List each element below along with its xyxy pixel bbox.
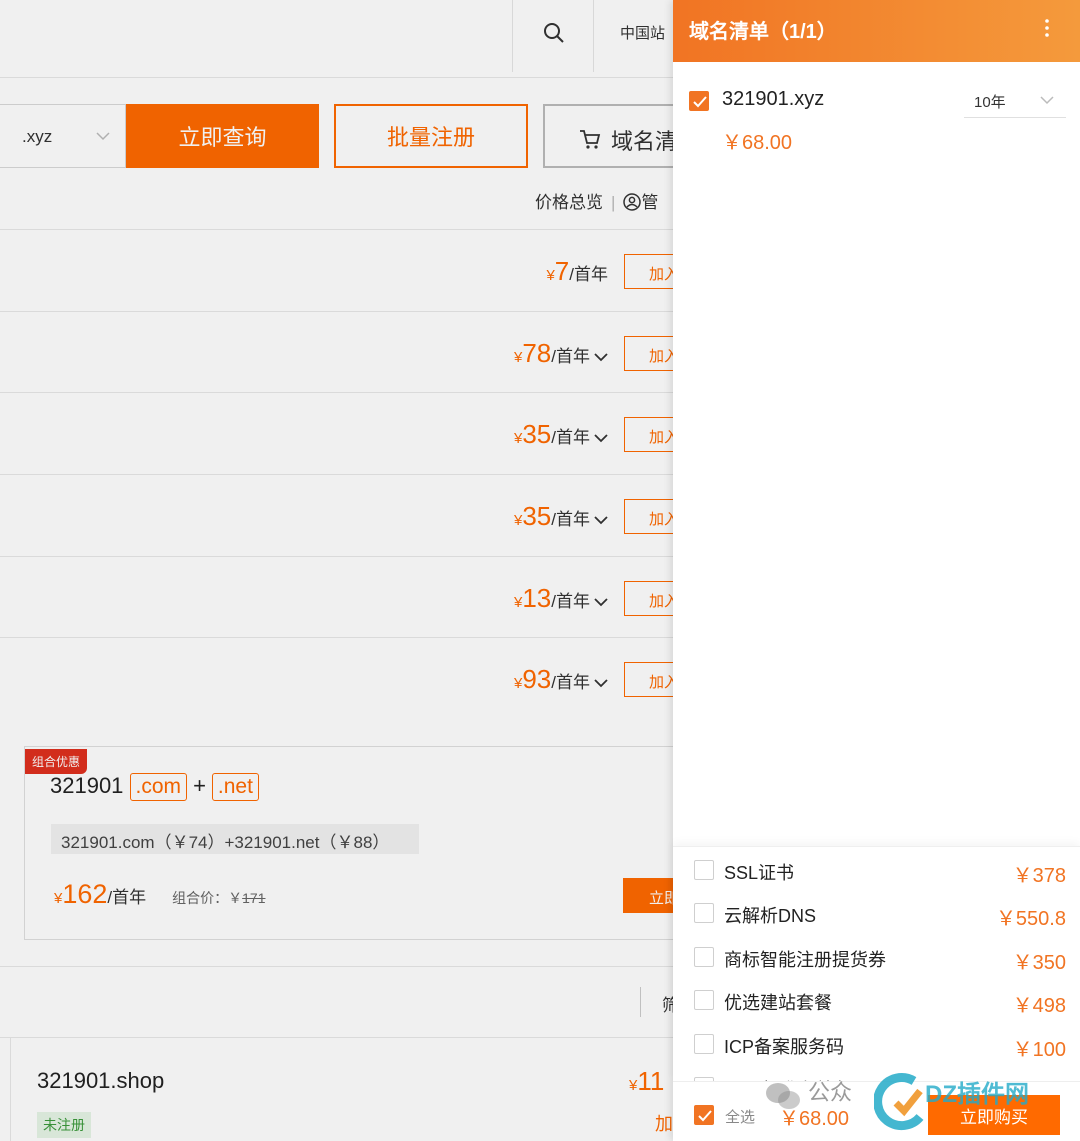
addon-checkbox[interactable] xyxy=(694,860,714,880)
year-select-value: 10年 xyxy=(974,94,1006,111)
addon-checkbox[interactable] xyxy=(694,946,714,967)
select-all-label: 全选 xyxy=(725,1109,756,1126)
drawer-backdrop[interactable] xyxy=(0,0,673,1141)
addon-checkbox[interactable] xyxy=(694,990,714,1011)
addon-name: 优选建站套餐 xyxy=(724,993,832,1014)
addon-price: ￥350 xyxy=(1012,951,1066,974)
drawer-title: 域名清单（1/1） xyxy=(689,21,837,43)
addon-price: ￥100 xyxy=(1012,1038,1066,1061)
item-checkbox[interactable] xyxy=(689,91,709,111)
buy-now-button[interactable]: 立即购买 xyxy=(928,1095,1060,1135)
total-price: ￥68.00 xyxy=(779,1108,850,1130)
domain-cart-drawer: 域名清单（1/1） 321901.xyz ￥68.00 10年 SSL证书 ￥37… xyxy=(673,0,1080,1141)
drawer-footer: 全选 ￥68.00 立即购买 xyxy=(673,1081,1080,1141)
check-icon xyxy=(693,96,707,108)
addon-price: ￥378 xyxy=(1012,865,1066,887)
addon-name: SSL证书 xyxy=(724,863,795,883)
addon-item[interactable]: SSO标准存储包 xyxy=(673,1066,1080,1081)
addon-name: ICP备案服务码 xyxy=(724,1036,845,1057)
more-icon[interactable] xyxy=(1037,16,1057,40)
addon-list: SSL证书 ￥378 云解析DNS ￥550.8 商标智能注册提货券 ￥350 优选建站套餐… xyxy=(673,846,1080,1081)
select-all-checkbox[interactable] xyxy=(694,1105,714,1125)
addon-item[interactable]: SSL证书 ￥378 xyxy=(673,849,1080,889)
addon-item[interactable]: 云解析DNS ￥550.8 xyxy=(673,892,1080,932)
addon-name: 商标智能注册提货券 xyxy=(724,949,886,970)
drawer-header: 域名清单（1/1） xyxy=(673,0,1080,62)
year-select[interactable]: 10年 xyxy=(964,82,1066,118)
chevron-down-icon xyxy=(1040,96,1054,105)
addon-item[interactable]: 商标智能注册提货券 ￥350 xyxy=(673,936,1080,976)
cart-item-name: 321901.xyz xyxy=(722,88,825,110)
check-icon xyxy=(698,1110,712,1122)
addon-price: ￥498 xyxy=(1012,995,1066,1018)
addon-price: ￥550.8 xyxy=(995,908,1066,931)
cart-item-price: ￥68.00 xyxy=(722,132,793,154)
addon-item[interactable]: ICP备案服务码 ￥100 xyxy=(673,1023,1080,1063)
addon-checkbox[interactable] xyxy=(694,903,714,924)
addon-checkbox[interactable] xyxy=(694,1033,714,1054)
addon-item[interactable]: 优选建站套餐 ￥498 xyxy=(673,979,1080,1019)
addon-name: 云解析DNS xyxy=(724,906,817,927)
